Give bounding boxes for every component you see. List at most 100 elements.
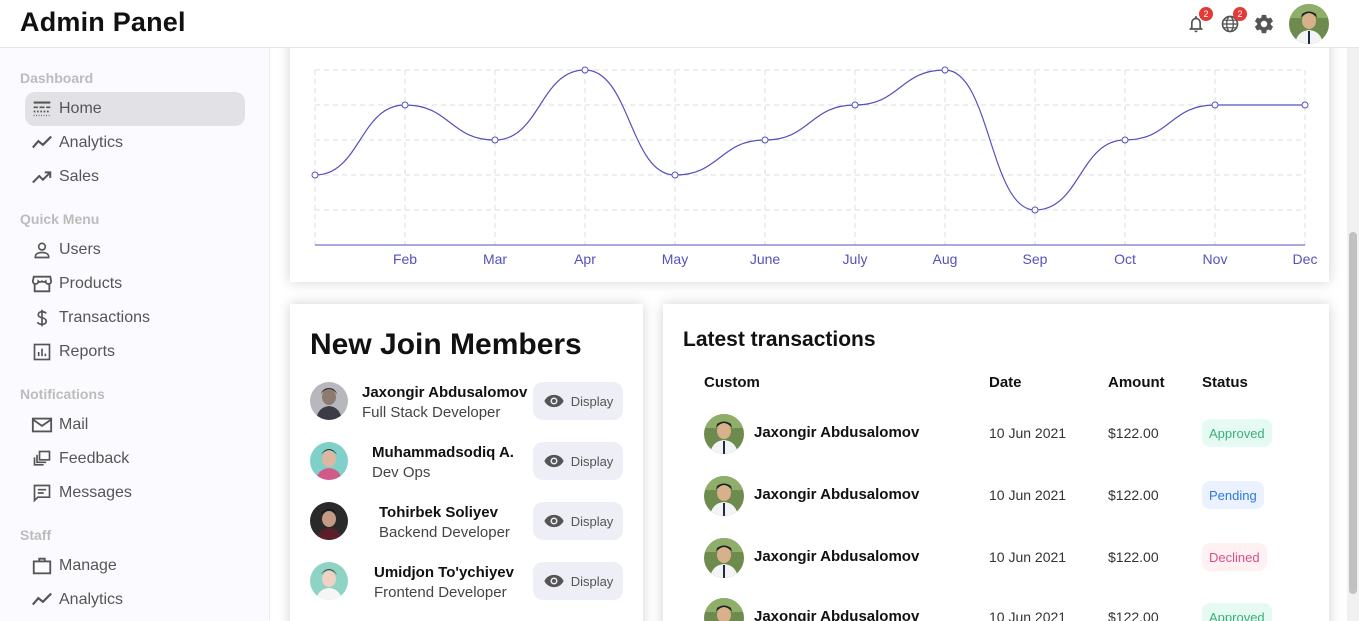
x-tick-label: June bbox=[750, 251, 781, 267]
sidebar-section-notifications: Notifications bbox=[20, 386, 105, 402]
data-point[interactable] bbox=[401, 101, 409, 109]
data-point[interactable] bbox=[1031, 206, 1039, 214]
display-button[interactable]: Display bbox=[533, 442, 623, 480]
column-header-amount: Amount bbox=[1108, 374, 1165, 391]
gear-icon bbox=[1255, 14, 1273, 34]
new-members-widget: New Join Members Jaxongir Abdusalomov Fu… bbox=[290, 304, 643, 621]
table-row: Jaxongir Abdusalomov 10 Jun 2021 $122.00… bbox=[663, 536, 1329, 580]
status-badge[interactable]: Approved bbox=[1202, 603, 1272, 621]
x-tick-label: Aug bbox=[933, 251, 958, 267]
language-badge: 2 bbox=[1233, 7, 1247, 21]
member-role: Dev Ops bbox=[372, 464, 431, 481]
member-item: Umidjon To'ychiyev Frontend Developer Di… bbox=[310, 562, 623, 604]
status-badge[interactable]: Approved bbox=[1202, 419, 1272, 447]
display-button-label: Display bbox=[570, 513, 614, 529]
data-point[interactable] bbox=[671, 171, 679, 179]
sidebar-item-home[interactable]: Home bbox=[25, 92, 245, 126]
timeline-icon bbox=[31, 132, 53, 154]
data-point[interactable] bbox=[1211, 101, 1219, 109]
notifications-badge: 2 bbox=[1199, 7, 1213, 21]
storefront-icon bbox=[31, 273, 53, 295]
sidebar-item-products[interactable]: Products bbox=[25, 267, 245, 301]
customer-name: Jaxongir Abdusalomov bbox=[754, 608, 920, 621]
sidebar-item-label: Products bbox=[59, 275, 123, 292]
sidebar-item-label: Home bbox=[59, 100, 102, 117]
data-point[interactable] bbox=[311, 171, 319, 179]
sidebar-item-label: Sales bbox=[59, 168, 100, 185]
display-button[interactable]: Display bbox=[533, 562, 623, 600]
settings-button[interactable] bbox=[1253, 13, 1275, 35]
x-tick-label: July bbox=[843, 251, 868, 267]
sidebar-item-sales[interactable]: Sales bbox=[25, 160, 245, 194]
sidebar-item-reports[interactable]: Reports bbox=[25, 335, 245, 369]
scrollbar-thumb[interactable] bbox=[1349, 232, 1357, 594]
sidebar-item-label: Mail bbox=[59, 416, 89, 433]
member-role: Frontend Developer bbox=[374, 584, 507, 601]
timeline-icon bbox=[31, 589, 53, 611]
page-scrollbar[interactable] bbox=[1347, 48, 1359, 621]
widget-title: Latest transactions bbox=[683, 328, 876, 351]
eye-icon bbox=[544, 454, 564, 468]
data-point[interactable] bbox=[581, 66, 589, 74]
data-point[interactable] bbox=[491, 136, 499, 144]
language-button[interactable]: 2 bbox=[1219, 7, 1247, 35]
transaction-amount: $122.00 bbox=[1108, 425, 1159, 441]
data-point[interactable] bbox=[1121, 136, 1129, 144]
transaction-date: 10 Jun 2021 bbox=[989, 549, 1067, 565]
line-style-icon bbox=[31, 98, 53, 120]
member-role: Full Stack Developer bbox=[362, 404, 501, 421]
latest-transactions-widget: Latest transactions Custom Date Amount S… bbox=[663, 304, 1329, 621]
status-badge[interactable]: Pending bbox=[1202, 481, 1264, 509]
display-button-label: Display bbox=[570, 453, 614, 469]
display-button-label: Display bbox=[570, 573, 614, 589]
column-header-status: Status bbox=[1202, 374, 1248, 391]
user-avatar[interactable] bbox=[1289, 4, 1329, 44]
x-tick-label: Sep bbox=[1023, 251, 1048, 267]
data-point[interactable] bbox=[851, 101, 859, 109]
column-header-date: Date bbox=[989, 374, 1022, 391]
mail-icon bbox=[31, 414, 53, 436]
sidebar-item-label: Analytics bbox=[59, 134, 124, 151]
display-button[interactable]: Display bbox=[533, 502, 623, 540]
status-badge[interactable]: Declined bbox=[1202, 543, 1267, 571]
sidebar-item-label: Analytics bbox=[59, 591, 124, 608]
data-point[interactable] bbox=[941, 66, 949, 74]
sidebar-item-manage[interactable]: Manage bbox=[25, 549, 245, 583]
sidebar-item-analytics[interactable]: Analytics bbox=[25, 126, 245, 160]
notifications-button[interactable]: 2 bbox=[1185, 7, 1213, 35]
sidebar-section-staff: Staff bbox=[20, 527, 52, 543]
trending-up-icon bbox=[31, 166, 53, 188]
data-point[interactable] bbox=[761, 136, 769, 144]
app-logo[interactable]: Admin Panel bbox=[20, 7, 186, 38]
dynamic-feed-icon bbox=[31, 448, 53, 470]
x-tick-label: Nov bbox=[1203, 251, 1228, 267]
topbar: Admin Panel 2 2 bbox=[0, 0, 1359, 48]
sidebar-item-mail[interactable]: Mail bbox=[25, 408, 245, 442]
transaction-amount: $122.00 bbox=[1108, 487, 1159, 503]
avatar-image bbox=[1289, 4, 1329, 44]
customer-name: Jaxongir Abdusalomov bbox=[754, 548, 920, 565]
customer-avatar bbox=[704, 538, 744, 578]
bar-chart-icon bbox=[31, 341, 53, 363]
x-tick-label: Dec bbox=[1293, 251, 1318, 267]
sidebar-item-users[interactable]: Users bbox=[25, 233, 245, 267]
transaction-amount: $122.00 bbox=[1108, 609, 1159, 621]
sidebar-section-quick-menu: Quick Menu bbox=[20, 211, 100, 227]
member-name: Muhammadsodiq A. bbox=[372, 444, 514, 461]
topbar-icons: 2 2 bbox=[1185, 4, 1329, 44]
member-name: Umidjon To'ychiyev bbox=[374, 564, 514, 581]
chart-card: Feb Mar Apr May June July Aug Sep Oct Nov Dec bbox=[290, 18, 1329, 282]
data-point[interactable] bbox=[1301, 101, 1309, 109]
display-button[interactable]: Display bbox=[533, 382, 623, 420]
sidebar-section-dashboard: Dashboard bbox=[20, 70, 94, 86]
table-row: Jaxongir Abdusalomov 10 Jun 2021 $122.00… bbox=[663, 474, 1329, 518]
work-icon bbox=[31, 555, 53, 577]
member-item: Muhammadsodiq A. Dev Ops Display bbox=[310, 442, 623, 484]
sidebar-item-feedback[interactable]: Feedback bbox=[25, 442, 245, 476]
customer-name: Jaxongir Abdusalomov bbox=[754, 486, 920, 503]
sidebar-item-staff-analytics[interactable]: Analytics bbox=[25, 583, 245, 617]
sidebar-item-messages[interactable]: Messages bbox=[25, 476, 245, 510]
x-tick-label: Oct bbox=[1114, 251, 1136, 267]
sidebar-item-transactions[interactable]: Transactions bbox=[25, 301, 245, 335]
main-content: Feb Mar Apr May June July Aug Sep Oct Nov Dec New … bbox=[271, 18, 1347, 621]
